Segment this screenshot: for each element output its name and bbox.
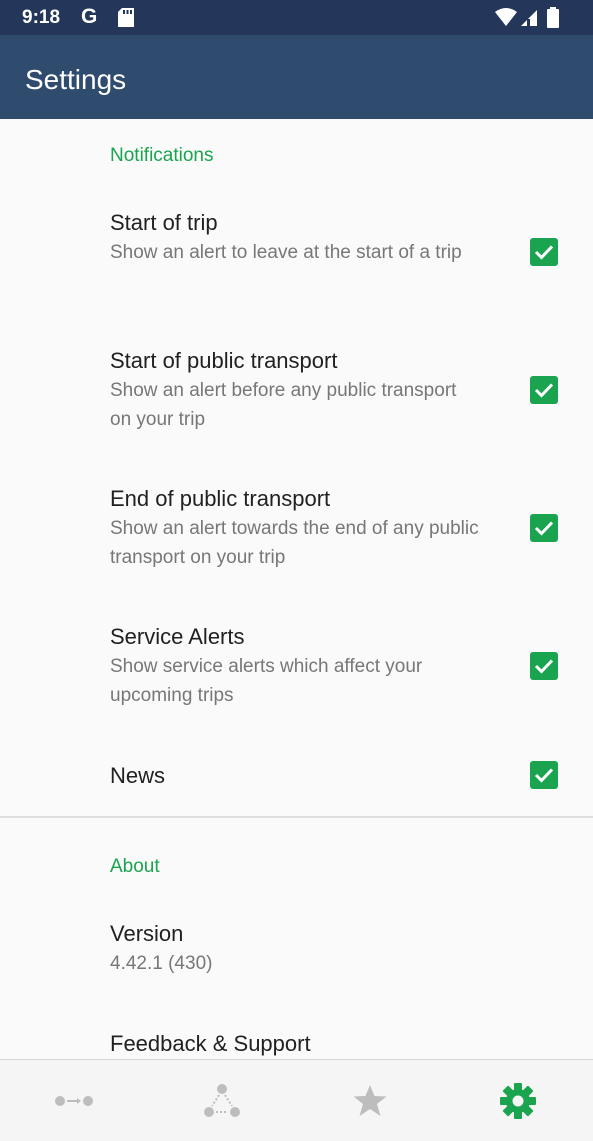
- bottom-navigation: [0, 1059, 593, 1141]
- setting-start-public-transport[interactable]: Start of public transport Show an alert …: [110, 348, 482, 434]
- check-icon: [534, 521, 554, 536]
- news-checkbox[interactable]: [530, 761, 558, 789]
- setting-title: News: [110, 763, 166, 788]
- setting-title: End of public transport: [110, 486, 331, 511]
- settings-list[interactable]: Notifications Start of trip Show an aler…: [0, 119, 593, 1059]
- page-title: Settings: [25, 64, 127, 95]
- check-icon: [534, 659, 554, 674]
- google-icon: G: [81, 5, 98, 28]
- start-of-trip-checkbox[interactable]: [530, 238, 558, 266]
- check-icon: [534, 383, 554, 398]
- setting-news[interactable]: News: [110, 763, 482, 789]
- setting-feedback-support[interactable]: Feedback & Support: [110, 1031, 482, 1057]
- check-icon: [534, 768, 554, 783]
- setting-title: Version: [110, 921, 184, 946]
- category-notifications: Notifications: [110, 145, 214, 166]
- app-bar: Settings: [0, 35, 593, 119]
- start-public-transport-checkbox[interactable]: [530, 376, 558, 404]
- setting-title: Start of public transport: [110, 348, 338, 373]
- setting-start-of-trip[interactable]: Start of trip Show an alert to leave at …: [110, 210, 482, 267]
- setting-summary: 4.42.1 (430): [110, 953, 213, 974]
- setting-summary: Show an alert to leave at the start of a…: [110, 242, 462, 263]
- nav-network[interactable]: [148, 1060, 296, 1141]
- setting-summary: Show service alerts which affect your up…: [110, 656, 423, 706]
- network-icon: [204, 1084, 240, 1117]
- check-icon: [534, 245, 554, 260]
- wifi-icon: [495, 8, 517, 26]
- section-divider: [0, 816, 593, 818]
- status-bar: 9:18 G: [0, 0, 593, 35]
- gear-icon: [500, 1083, 536, 1119]
- setting-summary: Show an alert towards the end of any pub…: [110, 518, 479, 568]
- status-icons: [493, 7, 573, 34]
- category-about: About: [110, 856, 160, 877]
- nav-settings[interactable]: [444, 1060, 592, 1141]
- status-time: 9:18: [22, 7, 61, 28]
- setting-version[interactable]: Version 4.42.1 (430): [110, 921, 482, 978]
- sd-card-icon: [118, 8, 134, 32]
- setting-summary: Show an alert before any public transpor…: [110, 380, 457, 430]
- nav-trips[interactable]: [0, 1060, 148, 1141]
- setting-title: Service Alerts: [110, 624, 245, 649]
- star-icon: [353, 1085, 387, 1116]
- service-alerts-checkbox[interactable]: [530, 652, 558, 680]
- route-icon: [55, 1096, 93, 1106]
- battery-icon: [547, 7, 559, 28]
- setting-title: Start of trip: [110, 210, 218, 235]
- end-public-transport-checkbox[interactable]: [530, 514, 558, 542]
- setting-title: Feedback & Support: [110, 1031, 311, 1056]
- setting-service-alerts[interactable]: Service Alerts Show service alerts which…: [110, 624, 482, 710]
- nav-favourites[interactable]: [296, 1060, 444, 1141]
- signal-icon: [521, 10, 537, 26]
- setting-end-public-transport[interactable]: End of public transport Show an alert to…: [110, 486, 482, 572]
